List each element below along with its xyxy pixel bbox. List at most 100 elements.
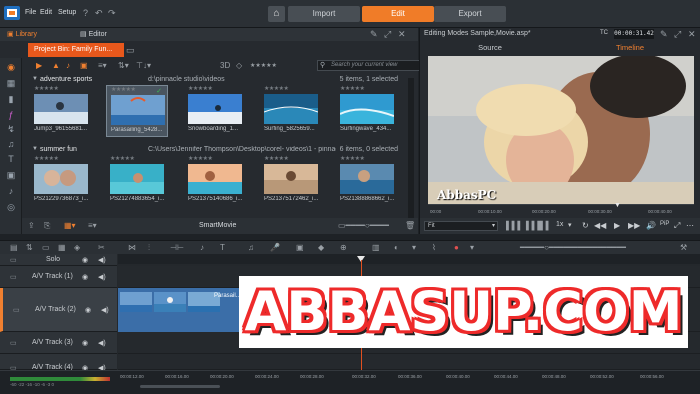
more-options-icon[interactable]: ⋯ — [686, 221, 694, 230]
trim-icon[interactable]: ⊣⊢ — [170, 243, 184, 252]
filter-project-icon[interactable]: ▣ — [80, 61, 88, 70]
library-clip[interactable]: ★★★★★ PS21388868662_i... — [336, 155, 398, 207]
speed-value[interactable]: 1x — [556, 221, 563, 228]
maximize-icon[interactable]: ⤢ — [674, 29, 681, 40]
tag-filter-icon[interactable]: ◇ — [236, 61, 242, 70]
tab-library[interactable]: ▣ Library — [7, 30, 37, 38]
track-header-2[interactable]: ▭ A/V Track (2) ◉ ◀) — [0, 288, 117, 332]
timeline-scrollbar[interactable] — [140, 385, 220, 388]
group-header-adventure-sports[interactable]: ▼ adventure sports d:\pinnacle studio\vi… — [30, 75, 410, 85]
fx-icon[interactable]: ▾ — [470, 243, 474, 252]
close-panel-icon[interactable]: ✕ — [398, 29, 406, 40]
thumbnail-size-slider[interactable]: ▭━━━━○━━━━ — [338, 221, 389, 230]
timecode-display[interactable]: 00:00:31.42 — [614, 29, 654, 39]
library-clip[interactable]: ★★★★★ Snowboarding_1... — [184, 85, 246, 137]
step-back-icon[interactable]: ◀◀ — [594, 221, 606, 230]
collections-icon[interactable]: ▦ — [6, 78, 16, 88]
zoom-fit-select[interactable]: Fit ▾ — [424, 221, 498, 231]
3d-filter[interactable]: 3D — [220, 61, 230, 70]
razor-icon[interactable]: ✂ — [98, 243, 105, 252]
collapse-caret-icon[interactable]: ▼ — [32, 146, 38, 152]
import-mode-button[interactable]: Import — [288, 6, 360, 22]
filter-photo-icon[interactable]: ▲ — [52, 61, 60, 70]
smartmovie-button[interactable]: SmartMovie — [199, 222, 236, 229]
split-icon[interactable]: ⌇ — [432, 243, 436, 252]
quick-import-icon[interactable]: ⎘ — [44, 221, 50, 231]
home-button[interactable]: ⌂ — [268, 6, 285, 22]
wand-icon[interactable]: ⚒ — [680, 243, 687, 252]
markers-icon[interactable]: ◈ — [74, 243, 80, 252]
volume-icon[interactable]: ◀) — [101, 306, 109, 314]
voiceover-icon[interactable]: 🎤 — [270, 243, 280, 252]
keyframe-icon[interactable]: ◆ — [318, 243, 324, 252]
timeline-clip[interactable]: Parasail... — [118, 288, 246, 332]
pin-icon[interactable]: ✎ — [370, 29, 378, 40]
view-options-icon[interactable]: ≡▾ — [98, 61, 107, 70]
export-mode-button[interactable]: Export — [434, 6, 506, 22]
volume-icon[interactable]: ◀) — [98, 273, 106, 281]
ripple-icon[interactable]: ⫶ — [148, 243, 150, 253]
record-icon[interactable]: ● — [454, 243, 459, 252]
loop-icon[interactable]: ↻ — [582, 221, 589, 230]
fullscreen-icon[interactable]: ⤢ — [674, 221, 680, 231]
library-clip[interactable]: ★★★★★ Surfingwave_434... — [336, 85, 398, 137]
montage-icon[interactable]: ▣ — [6, 170, 16, 180]
step-forward-icon[interactable]: ▶▶ — [628, 221, 640, 230]
undo-icon[interactable]: ↶ — [95, 8, 103, 19]
title-icon[interactable]: T — [220, 243, 225, 252]
clip-rating[interactable]: ★★★★★ — [188, 155, 213, 162]
tab-source[interactable]: Source — [420, 43, 560, 54]
track-header-4[interactable]: ▭ A/V Track (4) ◉ ◀) — [0, 354, 117, 372]
grid-view-icon[interactable]: ▦▾ — [64, 221, 76, 230]
list-view-icon[interactable]: ≡▾ — [88, 221, 97, 230]
play-icon[interactable]: ▶ — [614, 221, 620, 230]
titles-icon[interactable]: T — [6, 154, 16, 164]
visibility-icon[interactable]: ◉ — [85, 306, 91, 314]
tab-timeline[interactable]: Timeline — [560, 43, 700, 54]
library-clip[interactable]: ★★★★★ Surfing_5825659... — [260, 85, 322, 137]
trash-icon[interactable]: 🗑 — [405, 221, 415, 230]
filter-audio-icon[interactable]: ♪ — [66, 61, 70, 70]
jog-wheel[interactable]: ▌▌▌▐▐▐▌▌ — [506, 221, 551, 230]
sort-icon[interactable]: ⇅▾ — [118, 61, 129, 70]
library-clip-selected[interactable]: ★★★★★ ✓ Parasailing_5428... — [106, 85, 168, 137]
group-header-summer-fun[interactable]: ▼ summer fun C:\Users\Jennifer Thompson\… — [30, 145, 410, 155]
menu-edit[interactable]: Edit — [40, 9, 52, 16]
menu-file[interactable]: File — [25, 9, 36, 16]
media-icon[interactable]: ▮ — [6, 94, 16, 104]
tab-editor[interactable]: ▤ Editor — [80, 30, 107, 38]
effects-icon[interactable]: ƒ — [6, 110, 16, 120]
project-bin-tab[interactable]: Project Bin: Family Fun... — [28, 43, 124, 57]
markers-add-icon[interactable]: ▾ — [412, 243, 416, 252]
audio-mixer-icon[interactable]: ⇅ — [26, 243, 33, 252]
player-timeline-ruler[interactable]: 00:00 00:00:10.00 00:00:20.00 00:00:30.0… — [428, 202, 694, 216]
close-panel-icon[interactable]: ✕ — [688, 29, 696, 40]
snap-icon[interactable]: ⋈ — [128, 243, 136, 252]
menu-setup[interactable]: Setup — [58, 9, 76, 16]
clip-rating[interactable]: ★★★★★ — [188, 85, 213, 92]
collapse-caret-icon[interactable]: ▼ — [32, 76, 38, 82]
maximize-icon[interactable]: ⤢ — [384, 29, 391, 40]
disc-menus-icon[interactable]: ◎ — [6, 202, 16, 212]
screen-capture-icon[interactable]: ▣ — [296, 243, 304, 252]
clip-rating[interactable]: ★★★★★ — [264, 155, 289, 162]
lock-icon[interactable]: ▭ — [10, 339, 17, 347]
music-icon[interactable]: ♫ — [6, 139, 16, 149]
chevron-down-icon[interactable]: ▾ — [568, 221, 572, 229]
library-clip[interactable]: ★★★★★ PS21274883654_i... — [106, 155, 168, 207]
redo-icon[interactable]: ↷ — [108, 8, 116, 19]
library-clip[interactable]: ★★★★★ PS21375140686_i... — [184, 155, 246, 207]
track-view-icon[interactable]: ▭ — [42, 243, 50, 252]
motion-tracking-icon[interactable]: ⊕ — [340, 243, 347, 252]
library-clip[interactable]: ★★★★★ Jump3_96155681... — [30, 85, 92, 137]
zoom-slider[interactable]: ━━━━━○━━━━━━━━━━━━━━━━ — [520, 243, 626, 252]
clip-rating[interactable]: ★★★★★ — [34, 85, 59, 92]
mask-icon[interactable]: ◐ — [394, 243, 399, 252]
visibility-all-icon[interactable]: ◉ — [82, 256, 88, 264]
bottom-time-ruler[interactable]: -60 -22 -16 -10 -6 -3 0 00:00:12.00 00:0… — [0, 370, 700, 394]
library-clip[interactable]: ★★★★★ PS21229736873_i... — [30, 155, 92, 207]
visibility-icon[interactable]: ◉ — [82, 273, 88, 281]
lock-icon[interactable]: ▭ — [10, 273, 17, 281]
clip-rating[interactable]: ★★★★★ — [111, 86, 136, 93]
clip-rating[interactable]: ★★★★★ — [340, 155, 365, 162]
